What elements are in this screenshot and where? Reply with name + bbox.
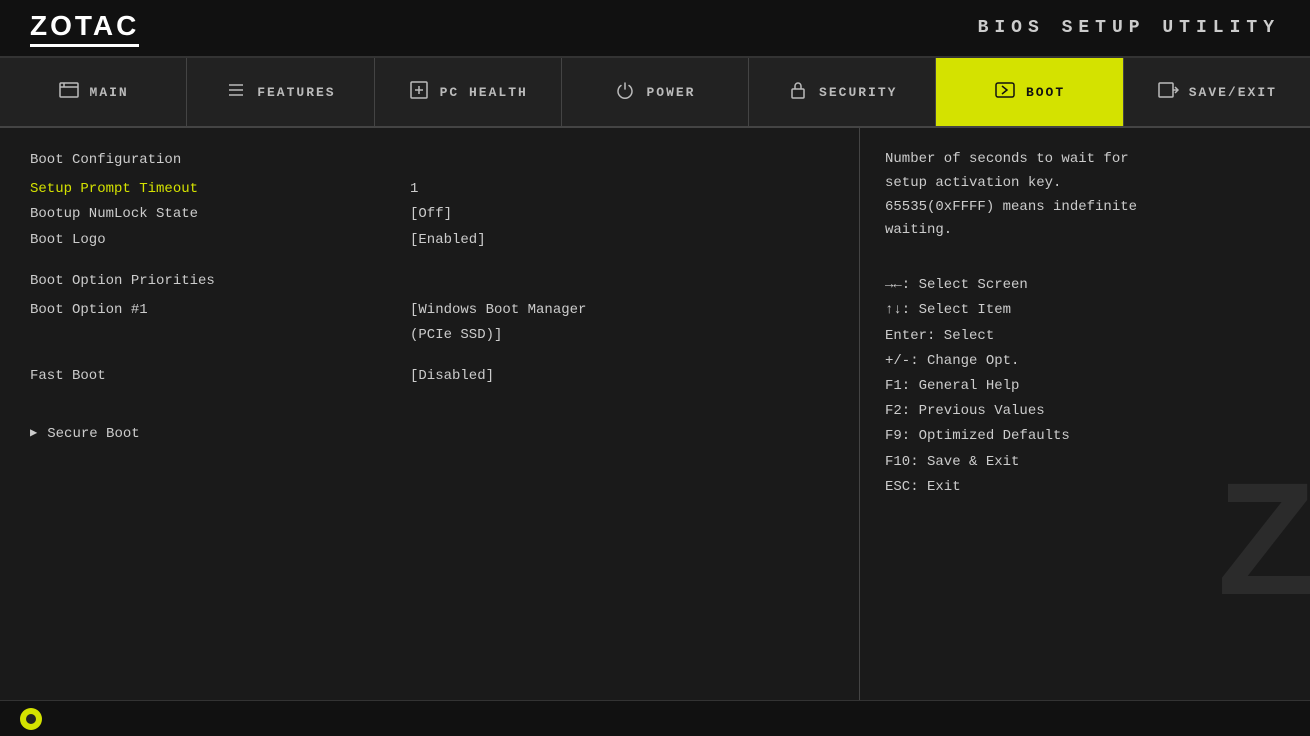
- tab-main-label: MAIN: [90, 85, 129, 100]
- tab-security[interactable]: SECURITY: [749, 58, 936, 126]
- tab-pc-health[interactable]: PC HEALTH: [375, 58, 562, 126]
- fast-boot-value: [Disabled]: [410, 364, 494, 389]
- secure-boot-item[interactable]: ▶ Secure Boot: [30, 422, 829, 447]
- power-icon: [614, 79, 636, 106]
- bios-title: BIOS SETUP UTILITY: [978, 18, 1280, 38]
- bootup-numlock-value: [Off]: [410, 202, 452, 227]
- tab-main[interactable]: MAIN: [0, 58, 187, 126]
- header: ZOTAC BIOS SETUP UTILITY: [0, 0, 1310, 58]
- key-help-f2: F2: Previous Values: [885, 399, 1285, 424]
- setup-prompt-timeout-label: Setup Prompt Timeout: [30, 177, 410, 202]
- tab-power-label: POWER: [646, 85, 695, 100]
- tab-boot[interactable]: BOOT: [936, 58, 1123, 126]
- boot-option-1-value: [Windows Boot Manager(PCIe SSD)]: [410, 298, 586, 348]
- key-help-esc: ESC: Exit: [885, 475, 1285, 500]
- help-text-content: Number of seconds to wait forsetup activ…: [885, 151, 1137, 238]
- tab-features[interactable]: FEATURES: [187, 58, 374, 126]
- tab-features-label: FEATURES: [257, 85, 335, 100]
- fast-boot-label: Fast Boot: [30, 364, 410, 389]
- setup-prompt-timeout-value: 1: [410, 177, 418, 202]
- features-icon: [225, 79, 247, 106]
- secure-boot-arrow: ▶: [30, 423, 37, 445]
- footer: [0, 700, 1310, 736]
- key-help-select-item: ↑↓: Select Item: [885, 298, 1285, 323]
- content-area: Boot Configuration Setup Prompt Timeout …: [0, 128, 1310, 700]
- key-help: →←: Select Screen ↑↓: Select Item Enter:…: [885, 273, 1285, 500]
- tab-security-label: SECURITY: [819, 85, 897, 100]
- tab-save-exit-label: SAVE/EXIT: [1189, 85, 1277, 100]
- boot-logo-item[interactable]: Boot Logo [Enabled]: [30, 228, 829, 253]
- security-icon: [787, 79, 809, 106]
- tab-boot-label: BOOT: [1026, 85, 1065, 100]
- nav-tabs: MAIN FEATURES PC HEALTH PO: [0, 58, 1310, 128]
- setup-prompt-timeout-item[interactable]: Setup Prompt Timeout 1: [30, 177, 829, 202]
- tab-power[interactable]: POWER: [562, 58, 749, 126]
- bootup-numlock-label: Bootup NumLock State: [30, 202, 410, 227]
- save-exit-icon: [1157, 79, 1179, 106]
- boot-option-1-item[interactable]: Boot Option #1 [Windows Boot Manager(PCI…: [30, 298, 829, 348]
- secure-boot-label: Secure Boot: [47, 422, 139, 447]
- boot-config-header: Boot Configuration: [30, 148, 829, 173]
- key-help-f10: F10: Save & Exit: [885, 450, 1285, 475]
- footer-indicator-inner: [26, 714, 36, 724]
- right-panel: Number of seconds to wait forsetup activ…: [860, 128, 1310, 700]
- left-panel: Boot Configuration Setup Prompt Timeout …: [0, 128, 860, 700]
- boot-option-priorities-header: Boot Option Priorities: [30, 269, 829, 294]
- boot-option-1-label: Boot Option #1: [30, 298, 410, 323]
- key-help-f1: F1: General Help: [885, 374, 1285, 399]
- footer-indicator: [20, 708, 42, 730]
- tab-save-exit[interactable]: SAVE/EXIT: [1124, 58, 1310, 126]
- bootup-numlock-item[interactable]: Bootup NumLock State [Off]: [30, 202, 829, 227]
- key-help-select-screen: →←: Select Screen: [885, 273, 1285, 298]
- fast-boot-item[interactable]: Fast Boot [Disabled]: [30, 364, 829, 389]
- help-text: Number of seconds to wait forsetup activ…: [885, 148, 1285, 243]
- pc-health-icon: [408, 79, 430, 106]
- tab-pc-health-label: PC HEALTH: [440, 85, 528, 100]
- boot-logo-label: Boot Logo: [30, 228, 410, 253]
- main-icon: [58, 79, 80, 106]
- zotac-logo: ZOTAC: [30, 10, 139, 47]
- key-help-change-opt: +/-: Change Opt.: [885, 349, 1285, 374]
- key-help-f9: F9: Optimized Defaults: [885, 424, 1285, 449]
- boot-icon: [994, 79, 1016, 106]
- key-help-enter: Enter: Select: [885, 324, 1285, 349]
- boot-logo-value: [Enabled]: [410, 228, 486, 253]
